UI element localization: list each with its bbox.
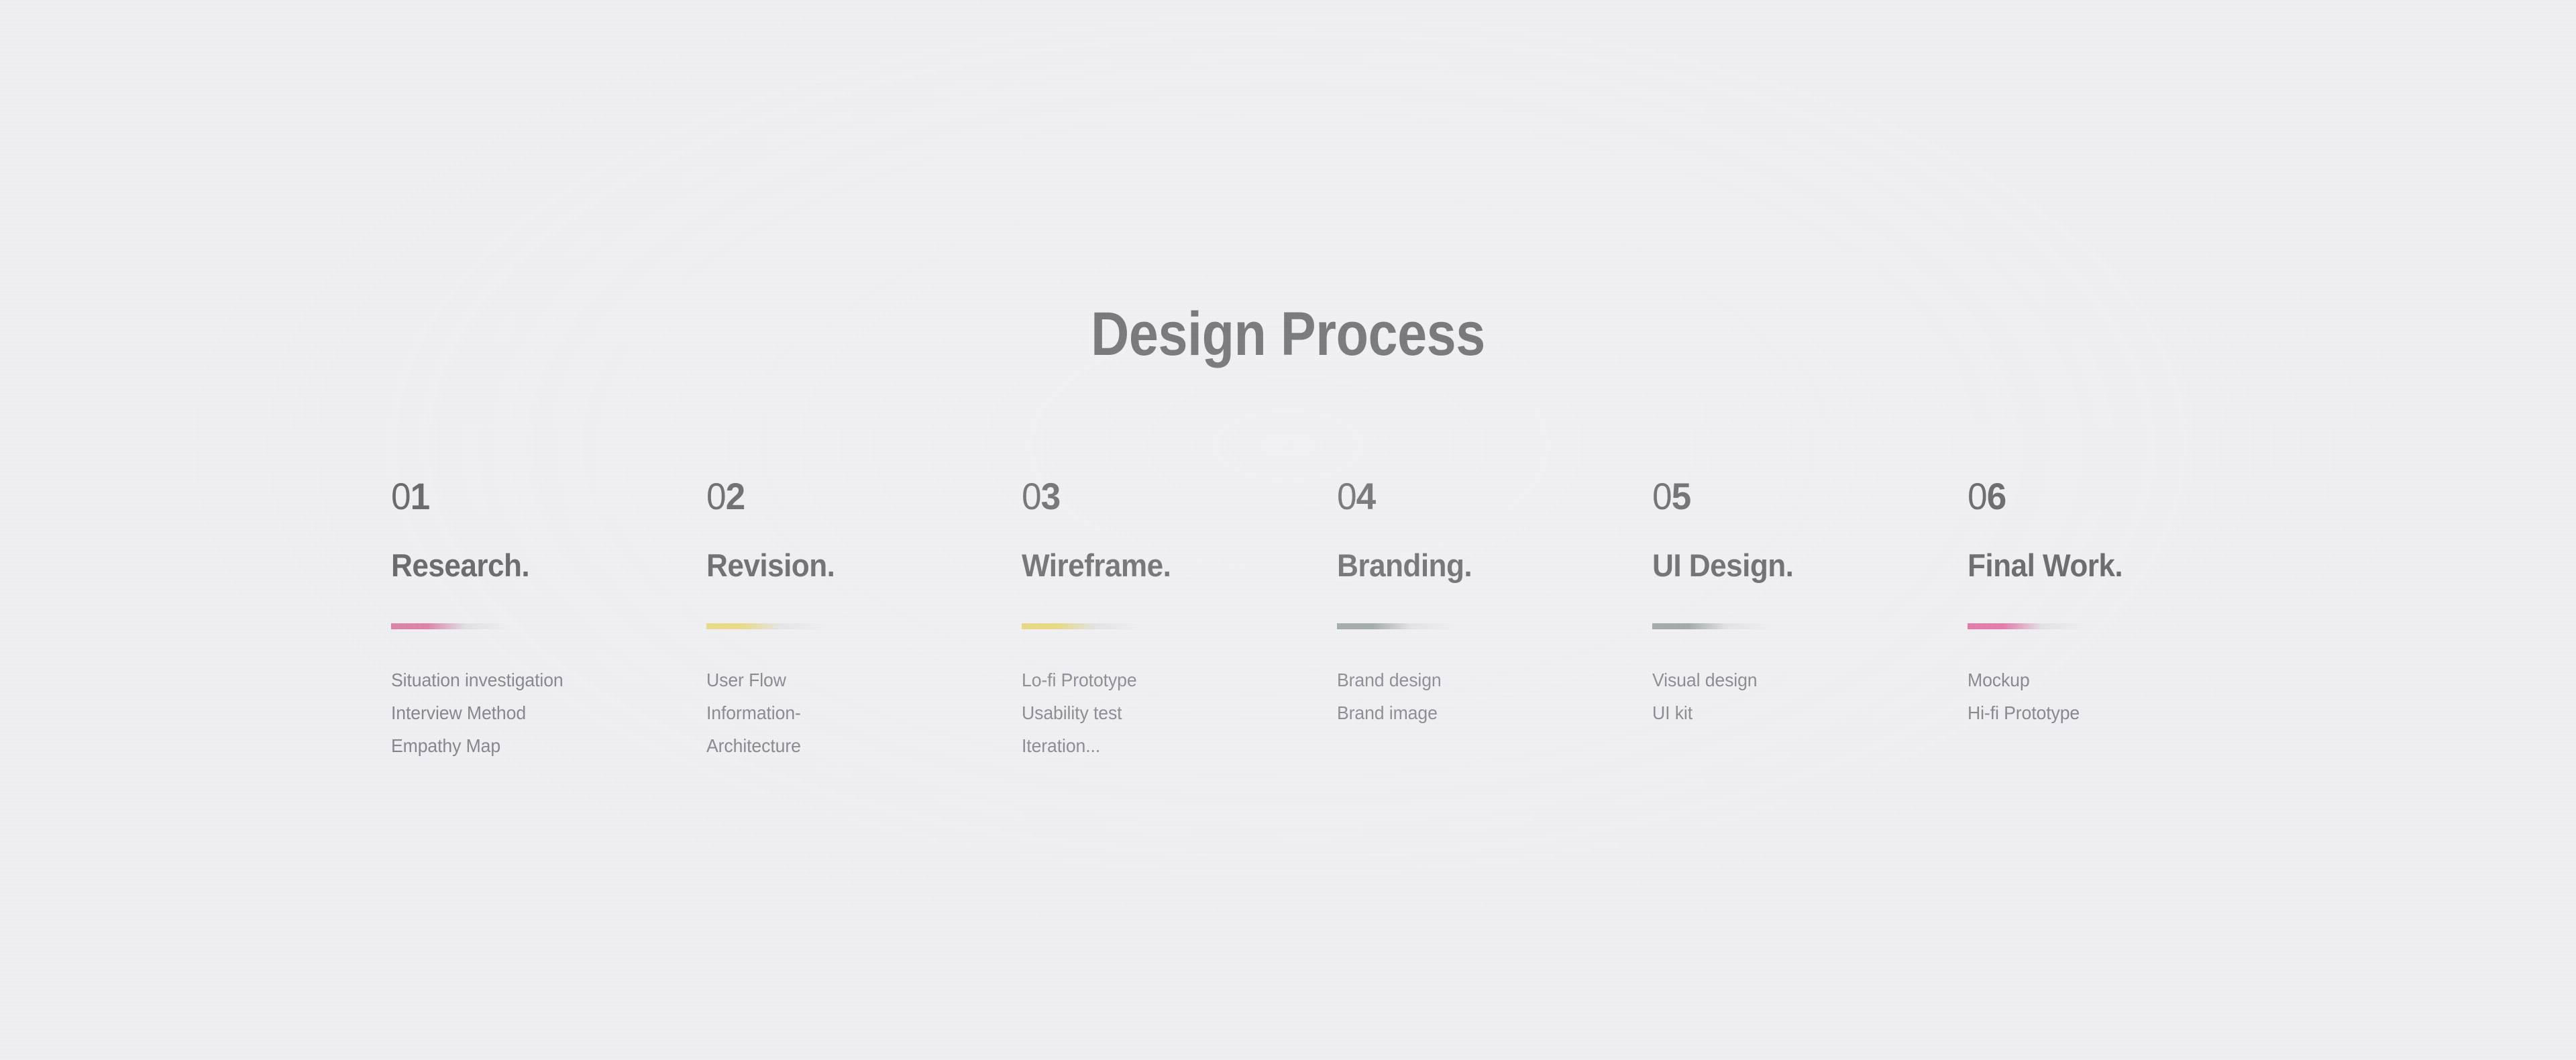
step-number: 01: [391, 478, 691, 518]
step-description-line: Interview Method: [391, 702, 527, 723]
step-description-line: Brand design: [1337, 670, 1442, 690]
step-number: 03: [1022, 478, 1322, 518]
step-description-line: Brand image: [1337, 702, 1438, 723]
step-description-line: Empathy Map: [391, 735, 501, 756]
step-number: 02: [706, 478, 1006, 518]
step-description-line: Lo-fi Prototype: [1022, 670, 1137, 690]
step-description-line: Architecture: [706, 735, 801, 756]
step-number-prefix: 0: [1968, 475, 1988, 517]
design-process-steps: 01 Research. Situation investigation Interv…: [391, 478, 2323, 759]
step-number-digit: 4: [1356, 475, 1377, 517]
step-number-digit: 2: [725, 475, 746, 517]
step-number-prefix: 0: [1337, 475, 1357, 517]
step-number-prefix: 0: [1022, 475, 1042, 517]
step-description-line: Mockup: [1968, 670, 2030, 690]
step-description: Lo-fi Prototype Usability test Iteration..…: [1022, 664, 1303, 762]
step-number: 04: [1337, 478, 1637, 518]
step-description-line: Situation investigation: [391, 670, 564, 690]
step-heading: UI Design.: [1652, 547, 1794, 583]
step-description: Visual design UI kit: [1652, 664, 1934, 729]
step-number: 06: [1968, 478, 2267, 518]
process-step-05: 05 UI Design. Visual design UI kit: [1652, 478, 1968, 759]
process-step-06: 06 Final Work. Mockup Hi-fi Prototype: [1968, 478, 2283, 759]
step-description-line: Visual design: [1652, 670, 1758, 690]
step-number-digit: 3: [1040, 475, 1061, 517]
step-number-prefix: 0: [706, 475, 727, 517]
step-description: Situation investigation Interview Method E…: [391, 664, 673, 762]
step-description: Brand design Brand image: [1337, 664, 1619, 729]
step-heading: Final Work.: [1968, 547, 2123, 583]
step-heading: Branding.: [1337, 547, 1472, 583]
step-description-line: Information-: [706, 702, 801, 723]
step-description: Mockup Hi-fi Prototype: [1968, 664, 2249, 729]
step-heading: Wireframe.: [1022, 547, 1171, 583]
step-number-digit: 5: [1671, 475, 1692, 517]
step-description-line: Iteration...: [1022, 735, 1101, 756]
step-description-line: User Flow: [706, 670, 786, 690]
step-accent-bar: [1652, 623, 1772, 629]
process-step-04: 04 Branding. Brand design Brand image: [1337, 478, 1652, 759]
process-step-01: 01 Research. Situation investigation Interv…: [391, 478, 706, 759]
step-accent-bar: [1337, 623, 1456, 629]
step-number-digit: 1: [410, 475, 431, 517]
step-description-line: Usability test: [1022, 702, 1122, 723]
process-step-03: 03 Wireframe. Lo-fi Prototype Usability tes…: [1022, 478, 1337, 759]
step-number-prefix: 0: [1652, 475, 1672, 517]
step-number-digit: 6: [1986, 475, 2007, 517]
step-accent-bar: [1022, 623, 1141, 629]
step-number-prefix: 0: [391, 475, 411, 517]
step-description: User Flow Information- Architecture: [706, 664, 988, 762]
process-step-02: 02 Revision. User Flow Information- Architec…: [706, 478, 1022, 759]
step-heading: Research.: [391, 547, 530, 583]
step-accent-bar: [1968, 623, 2087, 629]
step-description-line: Hi-fi Prototype: [1968, 702, 2080, 723]
page-title: Design Process: [1091, 300, 1485, 368]
step-number: 05: [1652, 478, 1952, 518]
step-accent-bar: [391, 623, 511, 629]
step-heading: Revision.: [706, 547, 835, 583]
step-description-line: UI kit: [1652, 702, 1693, 723]
step-accent-bar: [706, 623, 826, 629]
slide-canvas: Design Process 01 Research. Situation inve…: [0, 0, 2576, 1060]
